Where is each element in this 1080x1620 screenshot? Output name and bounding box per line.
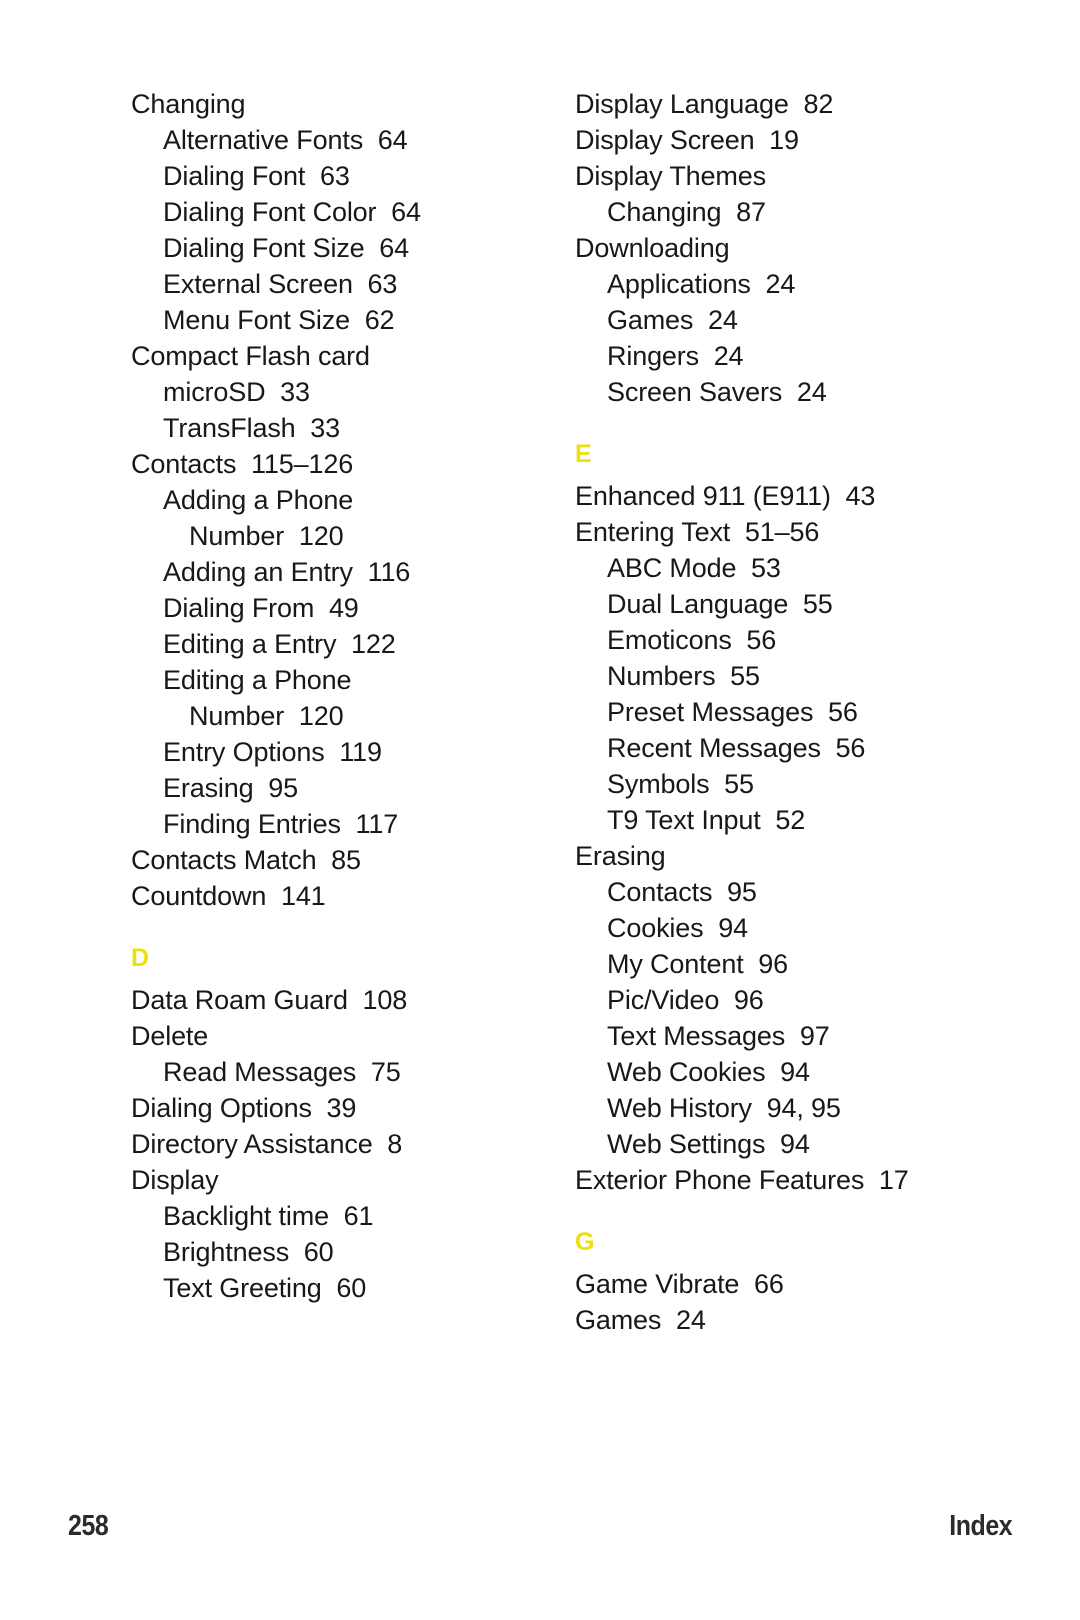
- index-subentry: Editing a Entry 122: [163, 629, 396, 659]
- index-columns: Changing Alternative Fonts 64 Dialing Font…: [0, 86, 1080, 1338]
- index-subentry: microSD 33: [163, 377, 310, 407]
- index-subentry: Changing 87: [607, 197, 766, 227]
- index-subentry: Ringers 24: [607, 341, 744, 371]
- index-subentry: Dialing Font Size 64: [163, 233, 409, 263]
- index-subentry: Dialing From 49: [163, 593, 359, 623]
- index-entry: Contacts Match 85: [131, 845, 361, 875]
- index-entry: Compact Flash card: [131, 341, 370, 371]
- index-subentry: Web Settings 94: [607, 1129, 810, 1159]
- index-subentry: Preset Messages 56: [607, 697, 858, 727]
- index-subentry: Screen Savers 24: [607, 377, 827, 407]
- index-entry: Changing: [131, 89, 246, 119]
- index-subentry: Emoticons 56: [607, 625, 777, 655]
- index-entry: Erasing: [575, 841, 666, 871]
- index-subentry: T9 Text Input 52: [607, 805, 806, 835]
- index-entry: Games 24: [575, 1305, 706, 1335]
- index-subentry: Entry Options 119: [163, 737, 382, 767]
- index-entry: Data Roam Guard 108: [131, 985, 408, 1015]
- index-subentry: External Screen 63: [163, 269, 398, 299]
- index-subentry: Cookies 94: [607, 913, 748, 943]
- index-entry: Exterior Phone Features 17: [575, 1165, 909, 1195]
- index-subentry: Applications 24: [607, 269, 796, 299]
- index-subentry: Adding a Phone Number 120: [163, 485, 361, 551]
- page-number: 258: [68, 1510, 109, 1542]
- index-subentry: Dual Language 55: [607, 589, 833, 619]
- index-subentry: Numbers 55: [607, 661, 760, 691]
- index-subentry: Text Messages 97: [607, 1021, 830, 1051]
- index-subentry: Contacts 95: [607, 877, 757, 907]
- section-letter-d: D: [131, 944, 150, 972]
- index-subentry: Adding an Entry 116: [163, 557, 411, 587]
- index-subentry: Menu Font Size 62: [163, 305, 395, 335]
- index-subentry: Dialing Font 63: [163, 161, 350, 191]
- index-entry: Enhanced 911 (E911) 43: [575, 481, 876, 511]
- index-entry: Game Vibrate 66: [575, 1269, 784, 1299]
- page-footer: 258 Index: [0, 1500, 1080, 1620]
- index-subentry: Games 24: [607, 305, 738, 335]
- index-subentry: TransFlash 33: [163, 413, 340, 443]
- index-entry: Display Language 82: [575, 89, 834, 119]
- index-subentry: Editing a Phone Number 120: [163, 665, 359, 731]
- index-subentry: Dialing Font Color 64: [163, 197, 421, 227]
- index-page: Changing Alternative Fonts 64 Dialing Font…: [0, 0, 1080, 1620]
- index-entry: Dialing Options 39: [131, 1093, 357, 1123]
- index-entry: Directory Assistance 8: [131, 1129, 403, 1159]
- index-subentry: Alternative Fonts 64: [163, 125, 408, 155]
- index-subentry: Recent Messages 56: [607, 733, 866, 763]
- index-subentry: Web History 94, 95: [607, 1093, 841, 1123]
- index-subentry: Backlight time 61: [163, 1201, 374, 1231]
- index-entry: Display Screen 19: [575, 125, 799, 155]
- index-subentry: ABC Mode 53: [607, 553, 781, 583]
- index-entry: Entering Text 51–56: [575, 517, 820, 547]
- index-entry: Display Themes: [575, 161, 766, 191]
- footer-section-label: Index: [949, 1510, 1012, 1542]
- index-entry: Delete: [131, 1021, 209, 1051]
- index-subentry: Read Messages 75: [163, 1057, 401, 1087]
- index-entry: Contacts 115–126: [131, 449, 354, 479]
- index-subentry: My Content 96: [607, 949, 788, 979]
- index-subentry: Brightness 60: [163, 1237, 334, 1267]
- index-subentry: Pic/Video 96: [607, 985, 764, 1015]
- index-column-right: Display Language 82 Display Screen 19 Disp…: [444, 86, 914, 1338]
- index-entry: Display: [131, 1165, 219, 1195]
- index-subentry: Symbols 55: [607, 769, 754, 799]
- index-entry: Countdown 141: [131, 881, 326, 911]
- index-subentry: Erasing 95: [163, 773, 298, 803]
- index-subentry: Finding Entries 117: [163, 809, 399, 839]
- section-letter-g: G: [575, 1228, 595, 1256]
- index-subentry: Text Greeting 60: [163, 1273, 367, 1303]
- section-letter-e: E: [575, 440, 592, 468]
- index-subentry: Web Cookies 94: [607, 1057, 810, 1087]
- index-entry: Downloading: [575, 233, 730, 263]
- index-column-left: Changing Alternative Fonts 64 Dialing Font…: [0, 86, 444, 1338]
